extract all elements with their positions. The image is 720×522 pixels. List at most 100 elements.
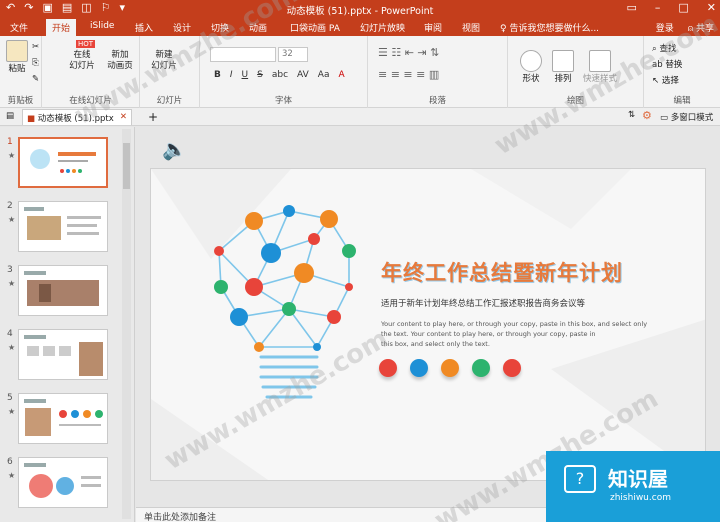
italic-button[interactable]: I <box>230 70 233 80</box>
tab-design[interactable]: 设计 <box>173 21 191 34</box>
font-color-button[interactable]: A <box>338 70 344 80</box>
font-size-box[interactable]: 32 <box>278 47 308 62</box>
change-case-button[interactable]: Aa <box>318 70 330 80</box>
copy-icon[interactable]: ⎘ <box>32 58 39 68</box>
tab-review[interactable]: 审阅 <box>424 21 442 34</box>
char-spacing-button[interactable]: AV <box>297 70 309 80</box>
align-icon[interactable]: ≡ ≡ ≡ ≡ ▥ <box>378 68 439 81</box>
document-tab-row: ▤ ■ 动态模板 (51).pptx ✕ + ⇅ ⚙ ▭ 多窗口模式 <box>0 108 720 126</box>
tab-pocket-animation[interactable]: 口袋动画 PA <box>290 21 340 34</box>
chart-circle-icon <box>379 359 397 377</box>
select-button[interactable]: ↖ 选择 <box>652 74 679 86</box>
replace-button[interactable]: ab 替换 <box>652 58 682 70</box>
new-tab-icon[interactable]: + <box>148 110 158 124</box>
cursor-icon: ↖ <box>652 76 662 86</box>
help-monitor-icon: ? <box>564 465 596 493</box>
online-slides-button[interactable]: 在线 幻灯片 <box>64 50 100 72</box>
settings-gear-icon[interactable]: ⚙ <box>642 109 652 122</box>
close-icon[interactable]: ✕ <box>707 1 716 14</box>
thumbnail-image <box>18 201 108 252</box>
audio-speaker-icon[interactable]: 🔈 <box>162 137 187 161</box>
maximize-icon[interactable]: □ <box>678 1 688 14</box>
brand-domain: zhishiwu.com <box>610 493 671 503</box>
team-circle-icon <box>503 359 521 377</box>
arrange-button[interactable]: 排列 <box>548 50 578 85</box>
replace-icon: ab <box>652 60 666 70</box>
window-controls: ▭ – □ ✕ <box>626 1 716 14</box>
tab-list-icon[interactable]: ▤ <box>6 111 14 121</box>
thumbnail-image <box>18 329 108 380</box>
strikethrough-button[interactable]: abc <box>272 70 288 80</box>
multi-window-toggle[interactable]: ▭ 多窗口模式 <box>660 111 713 123</box>
quick-styles-icon <box>589 50 611 72</box>
brand-badge: ? 知识屋 zhishiwu.com <box>546 451 720 522</box>
tab-slideshow[interactable]: 幻灯片放映 <box>360 21 405 34</box>
paste-button[interactable]: 粘贴 <box>4 40 30 75</box>
ribbon: 粘贴 ✂ ⎘ ✎ 剪贴板 HOT 在线 幻灯片 新加 动画页 在线幻灯片 新建 … <box>0 36 720 108</box>
slide-subtitle: 适用于新年计划年终总结工作汇报述职报告商务会议等 <box>381 299 586 309</box>
cut-icon[interactable]: ✂ <box>32 42 39 52</box>
tab-transitions[interactable]: 切换 <box>211 21 229 34</box>
shapes-icon <box>520 50 542 72</box>
thumbnail-graphic <box>24 207 101 240</box>
find-button[interactable]: ⌕ 查找 <box>652 42 676 54</box>
group-editing: ⌕ 查找 ab 替换 ↖ 选择 编辑 <box>652 42 691 106</box>
group-font: 32 B I U S abc AV Aa A 字体 <box>200 36 368 108</box>
arrange-icon <box>552 50 574 72</box>
brand-name: 知识屋 <box>608 467 668 491</box>
tab-islide[interactable]: iSlide <box>90 21 114 31</box>
ppt-file-icon: ■ <box>27 114 38 124</box>
thumbnail-image <box>18 265 108 316</box>
person-icon: ⍝ <box>687 24 696 34</box>
new-slide-button[interactable]: 新建 幻灯片 <box>146 50 182 72</box>
thumbnail-image <box>18 393 108 444</box>
quick-styles-button[interactable]: 快速样式 <box>580 50 620 85</box>
scrollbar-thumb[interactable] <box>123 143 130 189</box>
globe-circle-icon <box>410 359 428 377</box>
tab-animations[interactable]: 动画 <box>249 21 267 34</box>
window-title: 动态模板 (51).pptx - PowerPoint <box>286 6 434 17</box>
minimize-icon[interactable]: – <box>655 1 661 14</box>
slide-thumbnail-pane: 1 ★ 2 ★ 3 ★ 4 ★ 5 ★ 6 ★ <box>0 127 135 522</box>
people-circle-icon <box>441 359 459 377</box>
close-tab-icon[interactable]: ✕ <box>120 112 127 122</box>
shadow-button[interactable]: S <box>257 70 263 80</box>
bold-button[interactable]: B <box>214 70 221 80</box>
slide-canvas[interactable]: 年终工作总结暨新年计划 适用于新年计划年终总结工作汇报述职报告商务会议等 You… <box>150 168 706 481</box>
tab-home[interactable]: 开始 <box>46 19 77 36</box>
font-name-box[interactable] <box>210 47 276 62</box>
thumbnail-graphic <box>24 399 103 436</box>
group-clipboard: 粘贴 ✂ ⎘ ✎ 剪贴板 <box>0 36 42 108</box>
group-slides: 新建 幻灯片 幻灯片 <box>140 36 200 108</box>
thumbnail-graphic <box>24 271 99 306</box>
refresh-icon[interactable]: ⇅ <box>628 110 635 120</box>
title-bar: ↶ ↷ ▣ ▤ ◫ ⚐ ▾ 动态模板 (51).pptx - PowerPoin… <box>0 0 720 18</box>
tab-view[interactable]: 视图 <box>462 21 480 34</box>
login-link[interactable]: 登录 <box>656 21 674 34</box>
group-online-slides: HOT 在线 幻灯片 新加 动画页 在线幻灯片 <box>42 36 140 108</box>
slide-body-text: Your content to play here, or through yo… <box>381 320 648 348</box>
shapes-button[interactable]: 形状 <box>516 50 546 85</box>
new-animation-page-button[interactable]: 新加 动画页 <box>102 50 138 72</box>
bar-chart-circle-icon <box>472 359 490 377</box>
thumbnail-graphic <box>30 149 96 173</box>
tab-file[interactable]: 文件 <box>10 21 28 34</box>
format-painter-icon[interactable]: ✎ <box>32 74 39 84</box>
thumbnail-image <box>18 457 108 508</box>
ribbon-tabs: 文件 开始 iSlide 插入 设计 切换 动画 口袋动画 PA 幻灯片放映 审… <box>0 18 720 36</box>
window-icon: ▭ <box>660 113 671 123</box>
group-drawing: 形状 排列 快速样式 绘图 <box>508 36 644 108</box>
share-button[interactable]: ⍝ 共享 <box>688 21 714 34</box>
thumbnail-image <box>18 137 108 188</box>
document-tab[interactable]: ■ 动态模板 (51).pptx ✕ <box>22 109 132 125</box>
slide-icon-row <box>379 359 521 377</box>
thumbnail-scrollbar[interactable] <box>122 129 131 519</box>
underline-button[interactable]: U <box>242 70 249 80</box>
ribbon-display-icon[interactable]: ▭ <box>626 1 636 14</box>
tab-insert[interactable]: 插入 <box>135 21 153 34</box>
group-paragraph: ☰ ☷ ⇤ ⇥ ⇅ ≡ ≡ ≡ ≡ ▥ 段落 <box>368 36 508 108</box>
tell-me-box[interactable]: ♀ 告诉我您想要做什么... <box>500 21 599 34</box>
clipboard-icon <box>6 40 28 62</box>
hot-badge: HOT <box>76 40 96 48</box>
bullets-icon[interactable]: ☰ ☷ ⇤ ⇥ ⇅ <box>378 46 439 59</box>
